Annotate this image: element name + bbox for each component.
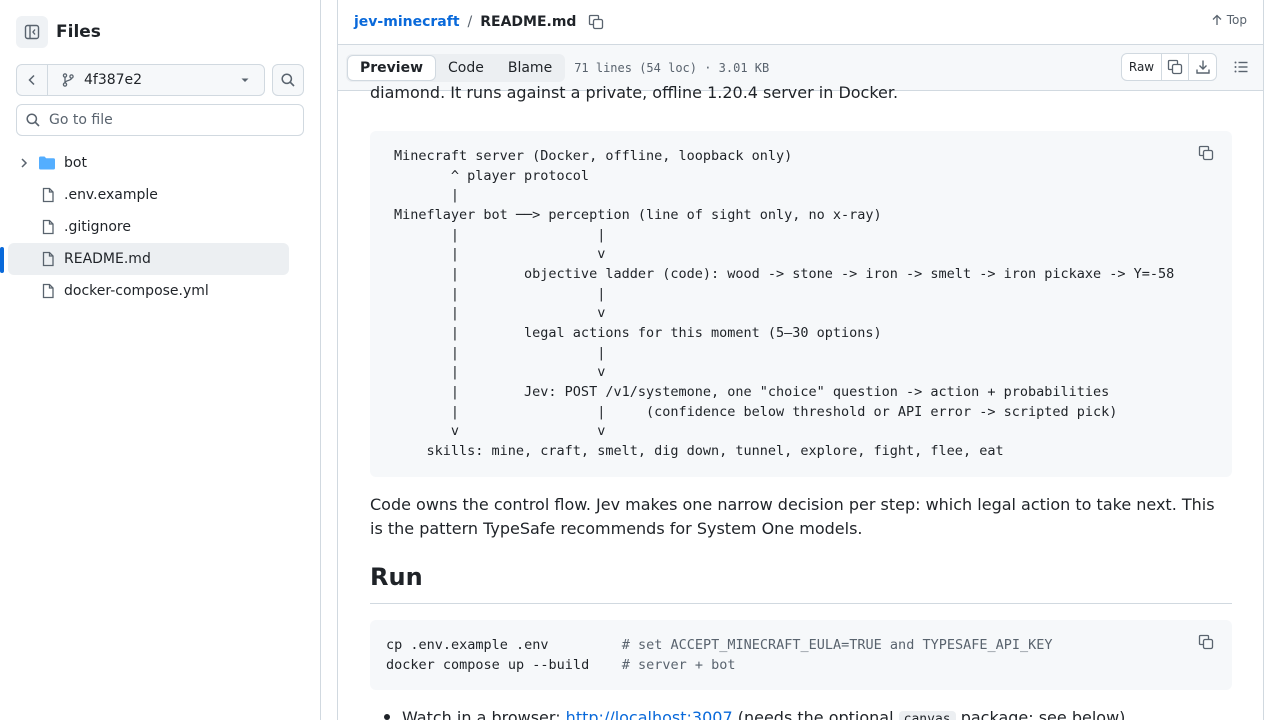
file-icon xyxy=(42,219,54,235)
file-icon xyxy=(42,251,54,267)
tab-preview[interactable]: Preview xyxy=(347,54,437,81)
sidebar-collapse-icon xyxy=(24,24,40,40)
chevron-left-icon xyxy=(28,74,35,86)
raw-button[interactable]: Raw xyxy=(1122,54,1162,80)
file-name: README.md xyxy=(480,14,577,30)
top-link[interactable]: Top xyxy=(1211,13,1247,27)
tree-item-label: .gitignore xyxy=(64,219,131,235)
search-icon xyxy=(281,73,295,87)
git-branch-icon xyxy=(62,73,74,87)
tab-code[interactable]: Code xyxy=(436,55,496,81)
file-view: jev-minecraft / README.md Top Preview Co… xyxy=(337,0,1264,720)
repo-link[interactable]: jev-minecraft xyxy=(354,14,460,30)
run-commands: cp .env.example .env # set ACCEPT_MINECR… xyxy=(386,635,1053,675)
control-flow-paragraph: Code owns the control flow. Jev makes on… xyxy=(370,495,1215,538)
tree-item-label: docker-compose.yml xyxy=(64,283,209,299)
bullet-text: (needs the optional xyxy=(732,708,899,720)
list-item: Watch in a browser: http://localhost:300… xyxy=(384,706,1125,720)
command-comment: # server + bot xyxy=(621,657,736,673)
copy-code-button[interactable] xyxy=(1192,628,1220,656)
tree-item-bot[interactable]: bot xyxy=(8,147,289,179)
chevron-right-icon[interactable] xyxy=(18,157,30,169)
copy-icon xyxy=(589,14,604,30)
search-icon xyxy=(26,113,40,127)
localhost-link[interactable]: http://localhost:3007 xyxy=(566,708,733,720)
section-heading-run: Run xyxy=(370,563,1232,604)
caret-down-icon xyxy=(241,78,249,82)
view-mode-tabs: Preview Code Blame xyxy=(346,53,566,82)
breadcrumb: jev-minecraft / README.md xyxy=(354,14,604,30)
copy-icon xyxy=(1167,59,1183,75)
back-button[interactable] xyxy=(17,65,48,95)
file-icon xyxy=(42,283,54,299)
command-comment: # set ACCEPT_MINECRAFT_EULA=TRUE and TYP… xyxy=(621,637,1053,653)
file-tree-sidebar: Files 4f387e2 bot .e xyxy=(0,0,321,720)
arrow-up-icon xyxy=(1212,14,1222,25)
download-icon xyxy=(1195,60,1210,74)
tab-blame[interactable]: Blame xyxy=(496,55,564,81)
branch-selector[interactable]: 4f387e2 xyxy=(48,65,264,95)
selected-indicator xyxy=(0,247,4,273)
list-unordered-icon xyxy=(1234,61,1248,73)
copy-raw-button[interactable] xyxy=(1162,54,1189,80)
sidebar-header: Files xyxy=(16,16,101,48)
copy-icon xyxy=(1198,634,1214,650)
bullet-text: Watch in a browser: xyxy=(402,708,566,720)
download-button[interactable] xyxy=(1189,54,1216,80)
tree-item-gitignore[interactable]: .gitignore xyxy=(8,211,289,243)
tree-item-label: .env.example xyxy=(64,187,158,203)
tree-item-label: bot xyxy=(64,155,87,171)
search-button[interactable] xyxy=(272,64,304,96)
copy-icon xyxy=(1198,145,1214,161)
tree-item-label: README.md xyxy=(64,251,151,267)
outline-button[interactable] xyxy=(1227,53,1255,81)
top-label: Top xyxy=(1226,13,1247,27)
command-line: cp .env.example .env xyxy=(386,637,549,653)
bullet-text: package; see below) xyxy=(955,708,1126,720)
file-meta: 71 lines (54 loc) · 3.01 KB xyxy=(574,60,770,75)
run-code-block: cp .env.example .env # set ACCEPT_MINECR… xyxy=(370,620,1232,690)
breadcrumb-separator: / xyxy=(467,14,473,30)
architecture-diagram: Minecraft server (Docker, offline, loopb… xyxy=(394,148,1175,459)
command-line: docker compose up --build xyxy=(386,657,590,673)
sidebar-title: Files xyxy=(56,22,101,42)
tree-item-readme[interactable]: README.md xyxy=(8,243,289,275)
architecture-code-block: Minecraft server (Docker, offline, loopb… xyxy=(370,131,1232,477)
file-tree: bot .env.example .gitignore README.md do… xyxy=(8,147,289,307)
copy-path-button[interactable] xyxy=(588,14,604,30)
go-to-file-field[interactable] xyxy=(16,104,304,136)
go-to-file-input[interactable] xyxy=(49,112,289,128)
folder-icon xyxy=(39,156,55,170)
inline-code: canvas xyxy=(898,711,956,720)
bullet-dot xyxy=(384,713,390,720)
branch-name: 4f387e2 xyxy=(84,72,143,88)
file-icon xyxy=(42,187,54,203)
copy-code-button[interactable] xyxy=(1192,139,1220,167)
collapse-sidebar-button[interactable] xyxy=(16,16,48,48)
tree-item-docker-compose[interactable]: docker-compose.yml xyxy=(8,275,289,307)
intro-paragraph: diamond. It runs against a private, offl… xyxy=(370,83,899,102)
tree-item-env-example[interactable]: .env.example xyxy=(8,179,289,211)
file-header: jev-minecraft / README.md Top xyxy=(338,0,1263,45)
